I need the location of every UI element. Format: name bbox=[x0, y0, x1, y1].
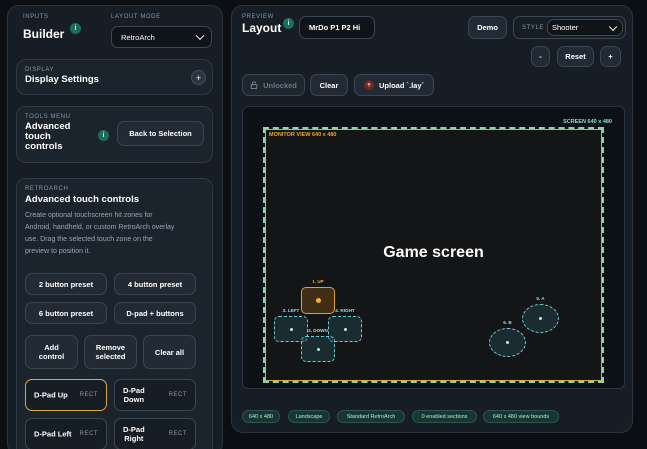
preview-panel: PREVIEW Layout i MrDo P1 P2 Hi Demo STYL… bbox=[231, 5, 633, 433]
retroarch-title: Advanced touch controls bbox=[25, 194, 140, 205]
game-screen-label: Game screen bbox=[383, 244, 484, 261]
dpad-buttons-preset[interactable]: D-pad + buttons bbox=[114, 302, 196, 324]
zone-item-dpad-up[interactable]: D-Pad Up RECT bbox=[25, 379, 107, 411]
tools-menu-card: TOOLS MENU Advanced touch controls i Bac… bbox=[16, 106, 213, 163]
chip-view-bounds: 640 x 480 view bounds bbox=[483, 410, 559, 423]
lock-icon bbox=[250, 81, 258, 89]
info-icon[interactable]: i bbox=[70, 23, 81, 34]
expand-button[interactable]: + bbox=[191, 70, 206, 85]
builder-title: Builder bbox=[23, 27, 65, 41]
preview-canvas: SCREEN 640 x 480 MONITOR VIEW 640 x 480 … bbox=[242, 106, 625, 389]
touch-zone-down[interactable]: 2. DOWN bbox=[301, 328, 335, 362]
display-eyebrow: DISPLAY bbox=[25, 67, 55, 73]
info-icon[interactable]: i bbox=[98, 130, 109, 141]
upload-lay-button[interactable]: Upload `.lay` bbox=[354, 74, 434, 96]
style-select[interactable]: Shooter bbox=[547, 19, 623, 36]
retroarch-eyebrow: RETROARCH bbox=[25, 186, 69, 192]
touch-zone-a[interactable]: 5. A bbox=[522, 296, 559, 333]
screen-label: SCREEN 640 x 480 bbox=[563, 119, 612, 125]
zoom-in-button[interactable]: + bbox=[600, 46, 621, 67]
upload-icon bbox=[363, 80, 374, 90]
display-settings-title: Display Settings bbox=[25, 74, 99, 85]
layout-mode-label: LAYOUT MODE bbox=[111, 14, 161, 20]
info-icon[interactable]: i bbox=[283, 18, 294, 29]
zoom-out-button[interactable]: - bbox=[531, 46, 550, 67]
touch-zone-b[interactable]: 6. B bbox=[489, 320, 526, 357]
inputs-eyebrow: INPUTS bbox=[23, 14, 49, 20]
tools-title: Advanced touch controls bbox=[25, 121, 71, 152]
clear-all-button[interactable]: Clear all bbox=[143, 335, 196, 369]
chip-sections: 0 enabled sections bbox=[412, 410, 477, 423]
zone-item-dpad-down[interactable]: D-Pad Down RECT bbox=[114, 379, 196, 411]
retroarch-description: Create optional touchscreen hit zones fo… bbox=[25, 212, 175, 255]
zone-item-dpad-left[interactable]: D-Pad Left RECT bbox=[25, 418, 107, 449]
tools-eyebrow: TOOLS MENU bbox=[25, 114, 71, 120]
back-to-selection-button[interactable]: Back to Selection bbox=[117, 121, 204, 146]
chip-overlay-type: Standard RetroArch bbox=[337, 410, 405, 423]
plus-icon: + bbox=[195, 72, 202, 83]
remove-selected-button[interactable]: Remove selected bbox=[84, 335, 137, 369]
preview-title: Layout bbox=[242, 21, 282, 35]
add-control-button[interactable]: Add control bbox=[25, 335, 78, 369]
preset-6-button[interactable]: 6 button preset bbox=[25, 302, 107, 324]
chip-orientation: Landscape bbox=[288, 410, 330, 423]
chevron-down-icon bbox=[195, 31, 205, 41]
game-name-field[interactable]: MrDo P1 P2 Hi bbox=[299, 16, 375, 39]
chip-resolution: 640 x 480 bbox=[242, 410, 280, 423]
unlocked-button[interactable]: Unlocked bbox=[242, 74, 305, 96]
zone-item-dpad-right[interactable]: D-Pad Right RECT bbox=[114, 418, 196, 449]
monitor-view-label: MONITOR VIEW 640 x 480 bbox=[269, 132, 337, 138]
clear-button[interactable]: Clear bbox=[310, 74, 348, 96]
demo-button[interactable]: Demo bbox=[468, 16, 507, 39]
retroarch-card: RETROARCH Advanced touch controls Create… bbox=[16, 178, 213, 449]
left-panel: INPUTS Builder i LAYOUT MODE RetroArch D… bbox=[7, 5, 223, 449]
reset-button[interactable]: Reset bbox=[557, 46, 594, 67]
style-control: STYLE Shooter bbox=[513, 16, 626, 39]
preset-4-button[interactable]: 4 button preset bbox=[114, 273, 196, 295]
preset-2-button[interactable]: 2 button preset bbox=[25, 273, 107, 295]
style-label: STYLE bbox=[522, 25, 545, 31]
monitor-view: MONITOR VIEW 640 x 480 Game screen 1. UP… bbox=[263, 127, 604, 383]
preview-eyebrow: PREVIEW bbox=[242, 14, 274, 20]
layout-mode-value: RetroArch bbox=[121, 32, 155, 42]
display-settings-card[interactable]: DISPLAY Display Settings + bbox=[16, 59, 213, 95]
layout-mode-select[interactable]: RetroArch bbox=[111, 26, 212, 48]
chevron-down-icon bbox=[608, 22, 618, 31]
